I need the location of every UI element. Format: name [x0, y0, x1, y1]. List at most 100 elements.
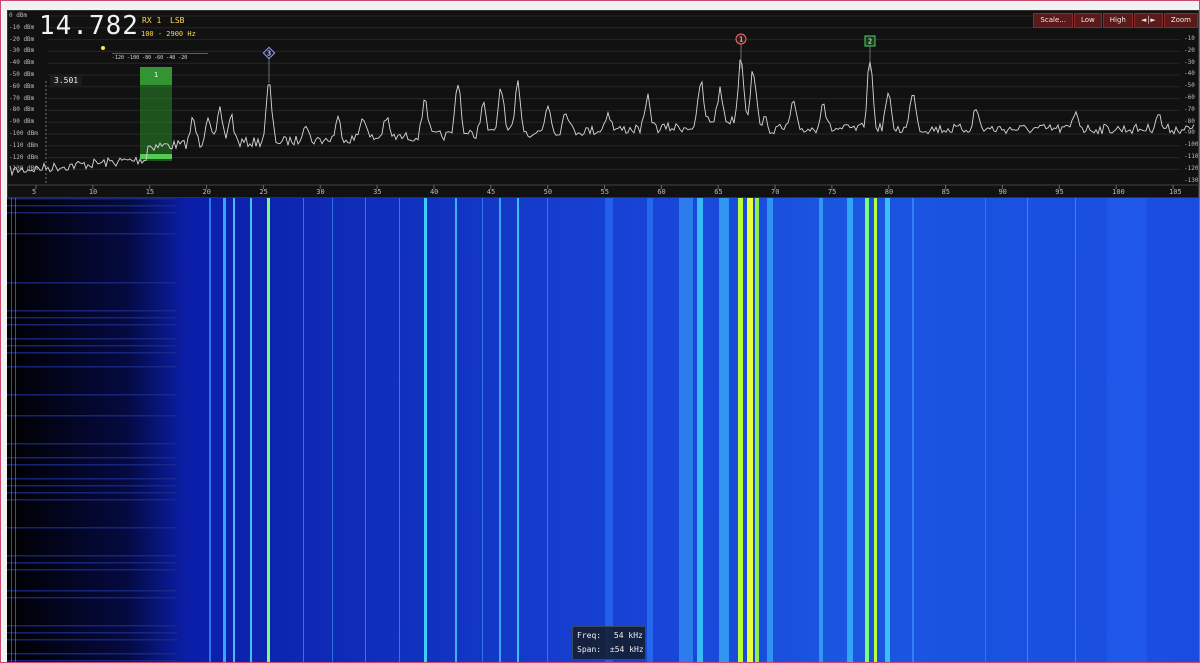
waterfall-stripe [7, 625, 177, 627]
span-value: ±54 kHz [609, 645, 644, 654]
s-meter-bar [112, 53, 208, 54]
waterfall-signal-line [15, 198, 16, 662]
waterfall-signal-line [885, 198, 890, 662]
waterfall-signal-line [1027, 198, 1028, 662]
waterfall-stripe [7, 345, 177, 347]
right-db-label: -60 dB [1184, 94, 1198, 101]
waterfall-stripe [7, 597, 177, 599]
waterfall-stripe [7, 660, 177, 662]
passband-label: 1 [154, 71, 158, 79]
waterfall-stripe [7, 366, 177, 368]
waterfall-stripe [7, 415, 177, 417]
rx-label[interactable]: RX 1 [142, 16, 161, 25]
marker-2-label: 2 [868, 38, 872, 46]
waterfall-signal-line [250, 198, 252, 662]
waterfall-signal-line [1075, 198, 1076, 662]
waterfall-signal-line [747, 198, 753, 662]
right-db-label: -40 dB [1184, 70, 1198, 78]
left-db-label: -90 dBm [9, 118, 35, 126]
waterfall-signal-line [455, 198, 457, 662]
x-tick-label: 5 [32, 188, 37, 196]
x-tick-label: 80 [884, 188, 894, 196]
waterfall-signal-line [11, 198, 12, 662]
spectrum-plot: 1 3 1 2 [8, 15, 1198, 189]
mode-label[interactable]: LSB [170, 16, 184, 25]
right-db-label: -90 dB [1184, 129, 1198, 137]
low-button[interactable]: Low [1073, 13, 1102, 28]
marker-3-label: 3 [267, 50, 271, 58]
right-db-label: -120 dB [1184, 164, 1199, 172]
x-tick-label: 55 [600, 188, 609, 196]
x-tick-label: 35 [373, 188, 382, 196]
left-db-label: -70 dBm [9, 94, 35, 102]
waterfall-signal-line [679, 198, 693, 662]
waterfall-signal-line [738, 198, 743, 662]
left-db-label: -130 dBm [9, 165, 38, 173]
left-db-label: -60 dBm [9, 82, 35, 90]
waterfall-signal-line [1107, 198, 1147, 662]
waterfall-stripe [7, 492, 177, 494]
cursor-readout: 3.501 [50, 74, 83, 87]
left-db-label: -20 dBm [9, 35, 35, 43]
waterfall-stripe [7, 464, 177, 466]
waterfall-background [7, 198, 1199, 662]
waterfall-stripe [7, 527, 177, 529]
passband-bottom [140, 154, 172, 159]
spectrum-panel[interactable]: 1 3 1 2 0 dBm -10 dBm -20 dBm -30 dBm -40 dBm -5… [7, 10, 1199, 198]
frequency-display[interactable]: 14.782 [39, 11, 139, 41]
waterfall-display[interactable] [7, 198, 1199, 662]
s-meter-scale: -120 -100 -80 -60 -40 -20 [112, 55, 188, 61]
waterfall-signal-line [303, 198, 304, 662]
high-button[interactable]: High [1102, 13, 1133, 28]
span-label: Span: [577, 645, 602, 654]
s-meter: -120 -100 -80 -60 -40 -20 [112, 53, 208, 63]
x-tick-label: 95 [1055, 188, 1064, 196]
waterfall-signal-line [755, 198, 759, 662]
right-db-label: -130 dB [1184, 176, 1199, 184]
app-window: 1 3 1 2 0 dBm -10 dBm -20 dBm -30 dBm -40 dBm -5… [0, 0, 1200, 663]
waterfall-signal-line [482, 198, 483, 662]
scale-button[interactable]: Scale... [1033, 13, 1073, 28]
waterfall-signal-line [365, 198, 366, 662]
waterfall-stripe [7, 352, 177, 354]
left-db-label: -10 dBm [9, 23, 35, 31]
x-tick-label: 20 [202, 188, 211, 196]
x-tick-label: 100 [1112, 188, 1125, 196]
waterfall-signal-line [719, 198, 729, 662]
x-tick-label: 75 [827, 188, 837, 196]
waterfall-stripe [7, 632, 177, 634]
frequency-info-tooltip: Freq: 54 kHz Span: ±54 kHz [572, 626, 646, 660]
waterfall-signal-line [865, 198, 869, 662]
right-db-label: -20 dB [1184, 46, 1198, 54]
waterfall-signal-line [332, 198, 333, 662]
waterfall-signal-line [819, 198, 823, 662]
waterfall-stripe [7, 478, 177, 480]
waterfall-stripe [7, 569, 177, 571]
waterfall-signal-line [697, 198, 703, 662]
right-db-label: -100 dB [1184, 141, 1199, 149]
freq-value: 54 kHz [613, 631, 643, 640]
signal-indicator-dot [101, 46, 105, 50]
x-tick-label: 105 [1169, 188, 1182, 196]
fit-span-button[interactable]: ◄│► [1133, 13, 1163, 28]
waterfall-stripe [7, 562, 177, 564]
waterfall-signal-line [847, 198, 853, 662]
zoom-button[interactable]: Zoom [1163, 13, 1198, 28]
waterfall-signal-line [647, 198, 653, 662]
right-db-label: -80 dB [1184, 117, 1198, 125]
waterfall-signal-line [399, 198, 400, 662]
left-db-label: -120 dBm [9, 153, 38, 161]
waterfall-signal-line [233, 198, 235, 662]
waterfall-signal-line [223, 198, 226, 662]
waterfall-signal-line [424, 198, 427, 662]
waterfall-stripe [7, 310, 177, 312]
x-tick-label: 45 [486, 188, 496, 196]
waterfall-stripe [7, 394, 177, 396]
waterfall-signal-line [605, 198, 613, 662]
right-db-label: -10 dB [1184, 35, 1198, 42]
left-db-label: -100 dBm [9, 130, 38, 137]
x-tick-label: 70 [771, 188, 780, 196]
x-tick-label: 40 [429, 188, 439, 196]
bandwidth-label[interactable]: 100 - 2900 Hz [141, 30, 196, 38]
spectrum-toolbar: Scale... Low High ◄│► Zoom [1032, 13, 1198, 28]
